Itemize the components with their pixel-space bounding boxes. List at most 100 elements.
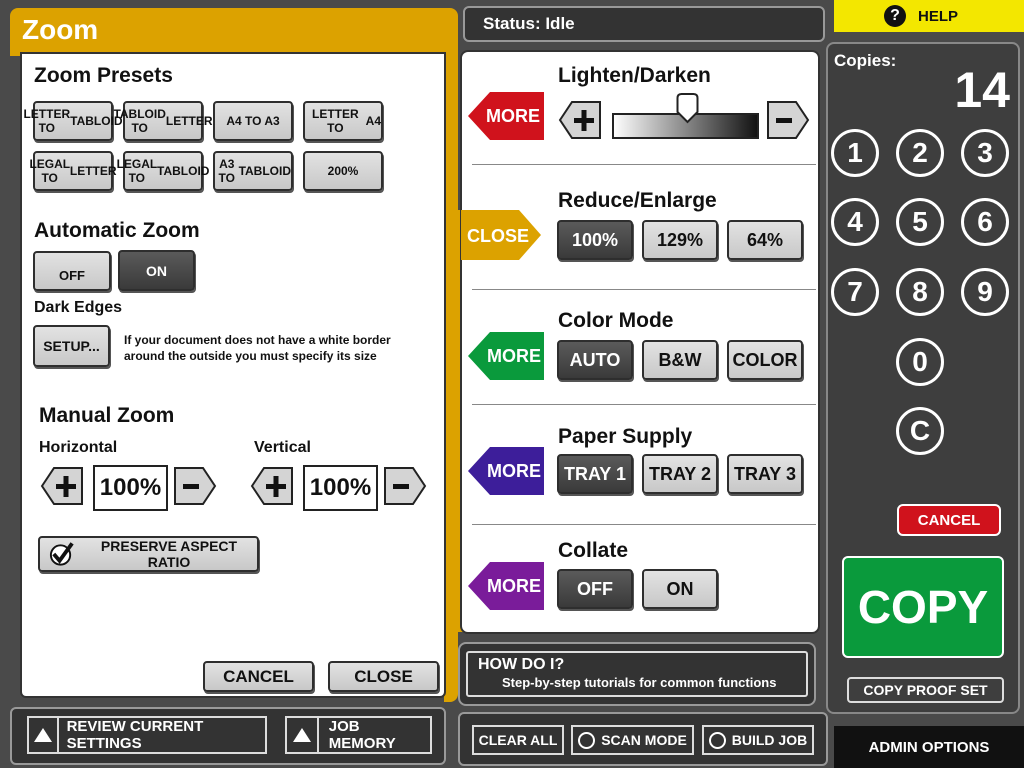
preset-label: LETTER TO <box>311 107 359 135</box>
job-memory-button[interactable]: JOB MEMORY <box>285 716 432 754</box>
collate-option-off[interactable]: OFF <box>557 569 633 609</box>
review-current-settings-label: REVIEW CURRENT SETTINGS <box>66 718 204 752</box>
how-do-i-subtitle: Step-by-step tutorials for common functi… <box>502 675 777 690</box>
preset-tabloid-to-letter[interactable]: TABLOID TO LETTER <box>113 101 213 141</box>
radio-icon <box>578 731 596 749</box>
preset-letter-to-a4[interactable]: LETTER TO A4 <box>303 101 383 141</box>
paper-supply-title: Paper Supply <box>558 425 693 448</box>
key-3[interactable]: 3 <box>961 129 1009 177</box>
preserve-aspect-ratio-label: PRESERVE ASPECT RATIO <box>100 538 238 570</box>
review-current-settings-button[interactable]: REVIEW CURRENT SETTINGS <box>27 716 267 754</box>
key-9[interactable]: 9 <box>961 268 1009 316</box>
zoom-title: Zoom <box>22 14 99 45</box>
preset-label: LEGAL TO <box>116 157 158 185</box>
zoom-panel-edge <box>444 52 458 702</box>
vertical-increase-button[interactable] <box>250 466 294 506</box>
key-8[interactable]: 8 <box>896 268 944 316</box>
build-job-button[interactable]: BUILD JOB <box>702 725 814 755</box>
help-label: HELP <box>918 8 959 25</box>
horizontal-increase-button[interactable] <box>40 466 84 506</box>
copies-count: 14 <box>954 62 1010 118</box>
triangle-up-icon <box>29 718 59 752</box>
setup-note-line-1: If your document does not have a white b… <box>124 333 391 347</box>
horizontal-decrease-button[interactable] <box>173 466 217 506</box>
preset-a4-to-a3[interactable]: A4 TO A3 <box>213 101 293 141</box>
triangle-up-icon <box>287 718 319 752</box>
preset-label: TABLOID <box>238 164 291 178</box>
reduce-option-64[interactable]: 64% <box>727 220 803 260</box>
zoom-panel <box>20 52 446 698</box>
paper-option-tray-1[interactable]: TRAY 1 <box>557 454 633 494</box>
vertical-label: Vertical <box>254 439 311 456</box>
collate-title: Collate <box>558 539 629 562</box>
preset-letter-to-tabloid[interactable]: LETTER TO TABLOID <box>23 101 123 141</box>
auto-zoom-on-button[interactable]: ON <box>118 250 195 291</box>
lighten-darken-more-label: MORE <box>486 106 540 126</box>
setup-button[interactable]: SETUP... <box>33 325 110 367</box>
minus-icon <box>183 484 199 489</box>
vertical-decrease-button[interactable] <box>383 466 427 506</box>
reduce-enlarge-close-label: CLOSE <box>467 226 530 246</box>
how-do-i-button[interactable]: HOW DO I? Step-by-step tutorials for com… <box>466 651 808 697</box>
preset-label: LETTER TO <box>23 107 71 135</box>
zoom-cancel-button[interactable]: CANCEL <box>203 661 314 692</box>
preset-label: A3 TO <box>218 157 235 185</box>
key-clear[interactable]: C <box>896 407 944 455</box>
preserve-aspect-ratio-checkbox[interactable]: PRESERVE ASPECT RATIO <box>38 536 259 572</box>
question-icon: ? <box>884 5 906 27</box>
key-4[interactable]: 4 <box>831 198 879 246</box>
key-7[interactable]: 7 <box>831 268 879 316</box>
scan-mode-label: SCAN MODE <box>601 732 687 748</box>
key-5[interactable]: 5 <box>896 198 944 246</box>
color-mode-more-label: MORE <box>487 346 541 366</box>
color-option-auto[interactable]: AUTO <box>557 340 633 380</box>
zoom-close-button[interactable]: CLOSE <box>328 661 439 692</box>
paper-option-tray-3[interactable]: TRAY 3 <box>727 454 803 494</box>
copy-proof-set-button[interactable]: COPY PROOF SET <box>847 677 1004 703</box>
divider <box>472 404 816 405</box>
key-0[interactable]: 0 <box>896 338 944 386</box>
preset-label: LETTER <box>69 164 117 178</box>
paper-option-tray-2[interactable]: TRAY 2 <box>642 454 718 494</box>
how-do-i-title: HOW DO I? <box>478 656 565 673</box>
copy-button[interactable]: COPY <box>842 556 1004 658</box>
admin-options-button[interactable]: ADMIN OPTIONS <box>834 726 1024 768</box>
darker-plus-button[interactable] <box>558 100 602 140</box>
scan-mode-button[interactable]: SCAN MODE <box>571 725 694 755</box>
job-memory-label: JOB MEMORY <box>328 718 396 752</box>
key-1[interactable]: 1 <box>831 129 879 177</box>
preset-200-percent[interactable]: 200% <box>303 151 383 191</box>
color-option-bw[interactable]: B&W <box>642 340 718 380</box>
copies-label: Copies: <box>834 51 897 70</box>
copy-cancel-button[interactable]: CANCEL <box>897 504 1001 536</box>
key-6[interactable]: 6 <box>961 198 1009 246</box>
lighten-darken-title: Lighten/Darken <box>558 64 711 87</box>
horizontal-value[interactable]: 100% <box>93 465 168 511</box>
preset-a3-to-tabloid[interactable]: A3 TO TABLOID <box>213 151 293 191</box>
dark-edges-label: Dark Edges <box>34 299 123 316</box>
lighter-minus-button[interactable] <box>766 100 810 140</box>
checkmark-icon <box>49 542 74 566</box>
setup-note-line-2: around the outside you must specify its … <box>124 349 377 363</box>
clear-all-button[interactable]: CLEAR ALL <box>472 725 564 755</box>
preset-label: TABLOID TO <box>113 107 166 135</box>
divider <box>472 524 816 525</box>
reduce-option-129[interactable]: 129% <box>642 220 718 260</box>
lighten-darken-slider[interactable] <box>610 92 760 142</box>
reduce-option-100[interactable]: 100% <box>557 220 633 260</box>
manual-zoom-heading: Manual Zoom <box>39 404 175 427</box>
auto-zoom-off-button[interactable]: OFF <box>33 251 111 291</box>
key-2[interactable]: 2 <box>896 129 944 177</box>
preset-legal-to-letter[interactable]: LEGAL TO LETTER <box>29 151 117 191</box>
preset-label: LETTER <box>165 114 213 128</box>
status-text: Status: Idle <box>483 14 575 33</box>
help-button[interactable]: ? HELP <box>834 0 1024 32</box>
divider <box>472 164 816 165</box>
collate-option-on[interactable]: ON <box>642 569 718 609</box>
vertical-value[interactable]: 100% <box>303 465 378 511</box>
radio-icon <box>708 731 726 749</box>
preset-label: LEGAL TO <box>29 157 71 185</box>
preset-legal-to-tabloid[interactable]: LEGAL TO TABLOID <box>117 151 209 191</box>
horizontal-label: Horizontal <box>39 439 118 456</box>
color-option-color[interactable]: COLOR <box>727 340 803 380</box>
